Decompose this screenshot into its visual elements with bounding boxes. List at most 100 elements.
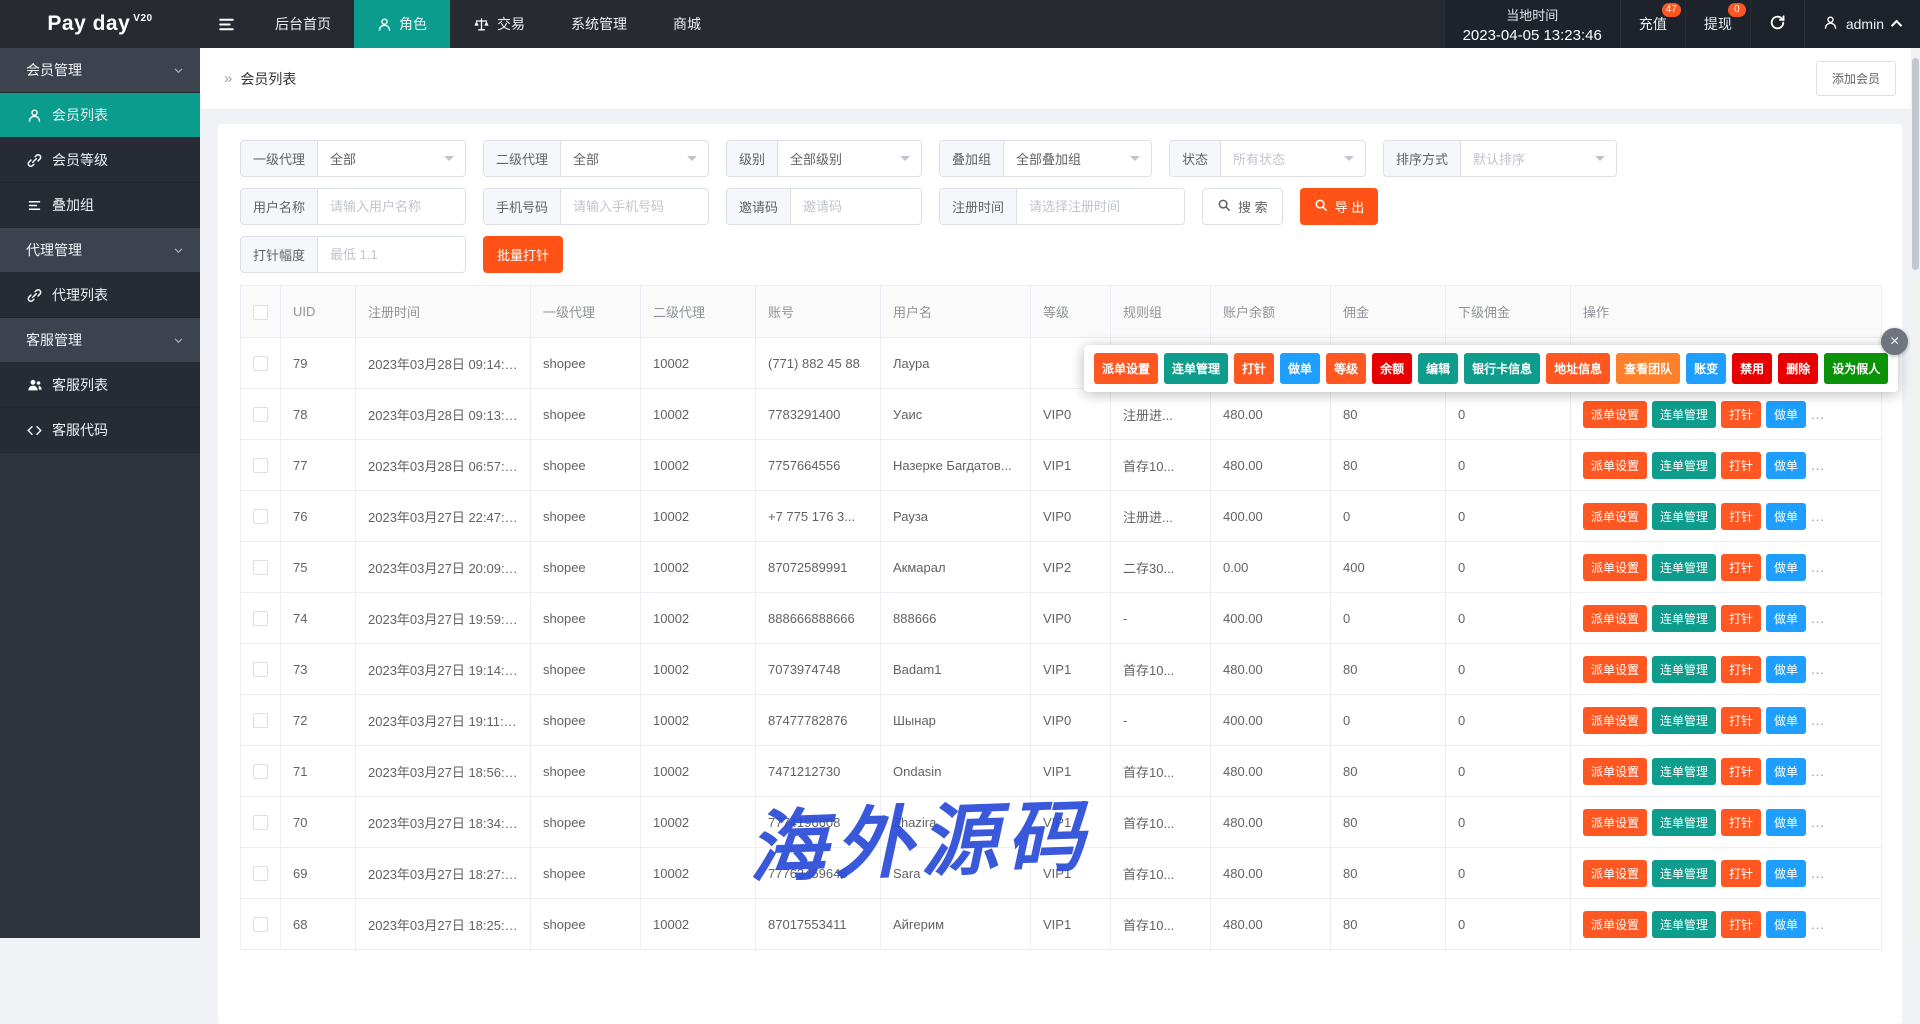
popup-action-address-info[interactable]: 地址信息: [1546, 353, 1610, 384]
row-action-dispatch-settings[interactable]: 派单设置: [1583, 656, 1647, 683]
sidebar-item-agent-list[interactable]: 代理列表: [0, 273, 200, 318]
popup-action-view-team[interactable]: 查看团队: [1616, 353, 1680, 384]
row-action-chain-order-mgmt[interactable]: 连单管理: [1652, 401, 1716, 428]
phone-input[interactable]: [561, 199, 708, 214]
row-action-inject[interactable]: 打针: [1721, 809, 1761, 836]
row-action-make-order[interactable]: 做单: [1766, 707, 1806, 734]
row-checkbox[interactable]: [253, 866, 268, 881]
popup-action-balance[interactable]: 余额: [1372, 353, 1412, 384]
popup-action-level[interactable]: 等级: [1326, 353, 1366, 384]
row-action-make-order[interactable]: 做单: [1766, 656, 1806, 683]
row-checkbox[interactable]: [253, 509, 268, 524]
sidebar-item-member-list[interactable]: 会员列表: [0, 93, 200, 138]
row-action-chain-order-mgmt[interactable]: 连单管理: [1652, 707, 1716, 734]
more-actions[interactable]: ...: [1811, 713, 1825, 728]
row-action-chain-order-mgmt[interactable]: 连单管理: [1652, 911, 1716, 938]
row-checkbox[interactable]: [253, 713, 268, 728]
filter-select-level[interactable]: 级别全部级别: [726, 140, 922, 177]
sidebar-group-service-mgmt[interactable]: 客服管理: [0, 318, 200, 363]
add-member-button[interactable]: 添加会员: [1816, 61, 1896, 96]
row-action-inject[interactable]: 打针: [1721, 503, 1761, 530]
filter-select-status[interactable]: 状态所有状态: [1169, 140, 1366, 177]
row-checkbox[interactable]: [253, 356, 268, 371]
row-action-make-order[interactable]: 做单: [1766, 809, 1806, 836]
row-action-dispatch-settings[interactable]: 派单设置: [1583, 605, 1647, 632]
sidebar-item-service-code[interactable]: 客服代码: [0, 408, 200, 453]
popup-action-delete[interactable]: 删除: [1778, 353, 1818, 384]
more-actions[interactable]: ...: [1811, 917, 1825, 932]
filter-select-agent2[interactable]: 二级代理全部: [483, 140, 709, 177]
more-actions[interactable]: ...: [1811, 560, 1825, 575]
row-action-make-order[interactable]: 做单: [1766, 605, 1806, 632]
popup-action-dispatch-settings[interactable]: 派单设置: [1094, 353, 1158, 384]
withdraw-button[interactable]: 提现 0: [1685, 0, 1750, 48]
row-action-chain-order-mgmt[interactable]: 连单管理: [1652, 758, 1716, 785]
popup-action-make-order[interactable]: 做单: [1280, 353, 1320, 384]
row-action-make-order[interactable]: 做单: [1766, 401, 1806, 428]
row-action-make-order[interactable]: 做单: [1766, 554, 1806, 581]
sidebar-item-service-list[interactable]: 客服列表: [0, 363, 200, 408]
row-checkbox[interactable]: [253, 458, 268, 473]
export-button[interactable]: 导 出: [1300, 188, 1379, 225]
popup-action-account-change[interactable]: 账变: [1686, 353, 1726, 384]
inject-range-input[interactable]: [318, 247, 465, 262]
popup-action-edit[interactable]: 编辑: [1418, 353, 1458, 384]
row-action-inject[interactable]: 打针: [1721, 452, 1761, 479]
popup-action-inject[interactable]: 打针: [1234, 353, 1274, 384]
refresh-button[interactable]: [1750, 0, 1804, 48]
nav-item-roles[interactable]: 角色: [354, 0, 450, 48]
row-action-inject[interactable]: 打针: [1721, 656, 1761, 683]
row-action-chain-order-mgmt[interactable]: 连单管理: [1652, 503, 1716, 530]
row-action-chain-order-mgmt[interactable]: 连单管理: [1652, 605, 1716, 632]
row-action-dispatch-settings[interactable]: 派单设置: [1583, 503, 1647, 530]
row-action-chain-order-mgmt[interactable]: 连单管理: [1652, 860, 1716, 887]
select-all-checkbox[interactable]: [253, 305, 268, 320]
row-action-dispatch-settings[interactable]: 派单设置: [1583, 860, 1647, 887]
row-action-inject[interactable]: 打针: [1721, 605, 1761, 632]
row-action-chain-order-mgmt[interactable]: 连单管理: [1652, 554, 1716, 581]
row-checkbox[interactable]: [253, 560, 268, 575]
row-action-inject[interactable]: 打针: [1721, 554, 1761, 581]
batch-inject-button[interactable]: 批量打针: [483, 236, 563, 273]
username-input[interactable]: [318, 199, 465, 214]
sidebar-group-member-mgmt[interactable]: 会员管理: [0, 48, 200, 93]
row-action-inject[interactable]: 打针: [1721, 401, 1761, 428]
nav-item-system[interactable]: 系统管理: [548, 0, 650, 48]
row-action-make-order[interactable]: 做单: [1766, 758, 1806, 785]
row-action-chain-order-mgmt[interactable]: 连单管理: [1652, 656, 1716, 683]
sidebar-group-agent-mgmt[interactable]: 代理管理: [0, 228, 200, 273]
reg-time-input[interactable]: [1017, 199, 1184, 214]
more-actions[interactable]: ...: [1811, 866, 1825, 881]
popup-action-chain-order-mgmt[interactable]: 连单管理: [1164, 353, 1228, 384]
admin-menu[interactable]: admin: [1804, 0, 1920, 48]
nav-item-mall[interactable]: 商城: [650, 0, 724, 48]
popup-action-set-fake[interactable]: 设为假人: [1824, 353, 1888, 384]
more-actions[interactable]: ...: [1811, 611, 1825, 626]
row-action-make-order[interactable]: 做单: [1766, 503, 1806, 530]
row-action-dispatch-settings[interactable]: 派单设置: [1583, 911, 1647, 938]
row-action-dispatch-settings[interactable]: 派单设置: [1583, 452, 1647, 479]
more-actions[interactable]: ...: [1811, 509, 1825, 524]
filter-select-agent1[interactable]: 一级代理全部: [240, 140, 466, 177]
row-action-dispatch-settings[interactable]: 派单设置: [1583, 758, 1647, 785]
row-action-chain-order-mgmt[interactable]: 连单管理: [1652, 809, 1716, 836]
nav-item-trade[interactable]: 交易: [450, 0, 548, 48]
recharge-button[interactable]: 充值 47: [1620, 0, 1685, 48]
row-action-dispatch-settings[interactable]: 派单设置: [1583, 707, 1647, 734]
filter-select-stack-group[interactable]: 叠加组全部叠加组: [939, 140, 1152, 177]
row-action-make-order[interactable]: 做单: [1766, 860, 1806, 887]
row-action-inject[interactable]: 打针: [1721, 707, 1761, 734]
row-checkbox[interactable]: [253, 917, 268, 932]
row-checkbox[interactable]: [253, 662, 268, 677]
sidebar-item-stack-group[interactable]: 叠加组: [0, 183, 200, 228]
row-checkbox[interactable]: [253, 764, 268, 779]
row-action-inject[interactable]: 打针: [1721, 860, 1761, 887]
row-action-chain-order-mgmt[interactable]: 连单管理: [1652, 452, 1716, 479]
row-action-make-order[interactable]: 做单: [1766, 911, 1806, 938]
row-action-inject[interactable]: 打针: [1721, 911, 1761, 938]
row-action-dispatch-settings[interactable]: 派单设置: [1583, 401, 1647, 428]
more-actions[interactable]: ...: [1811, 407, 1825, 422]
popup-action-disable[interactable]: 禁用: [1732, 353, 1772, 384]
row-action-dispatch-settings[interactable]: 派单设置: [1583, 809, 1647, 836]
row-checkbox[interactable]: [253, 815, 268, 830]
